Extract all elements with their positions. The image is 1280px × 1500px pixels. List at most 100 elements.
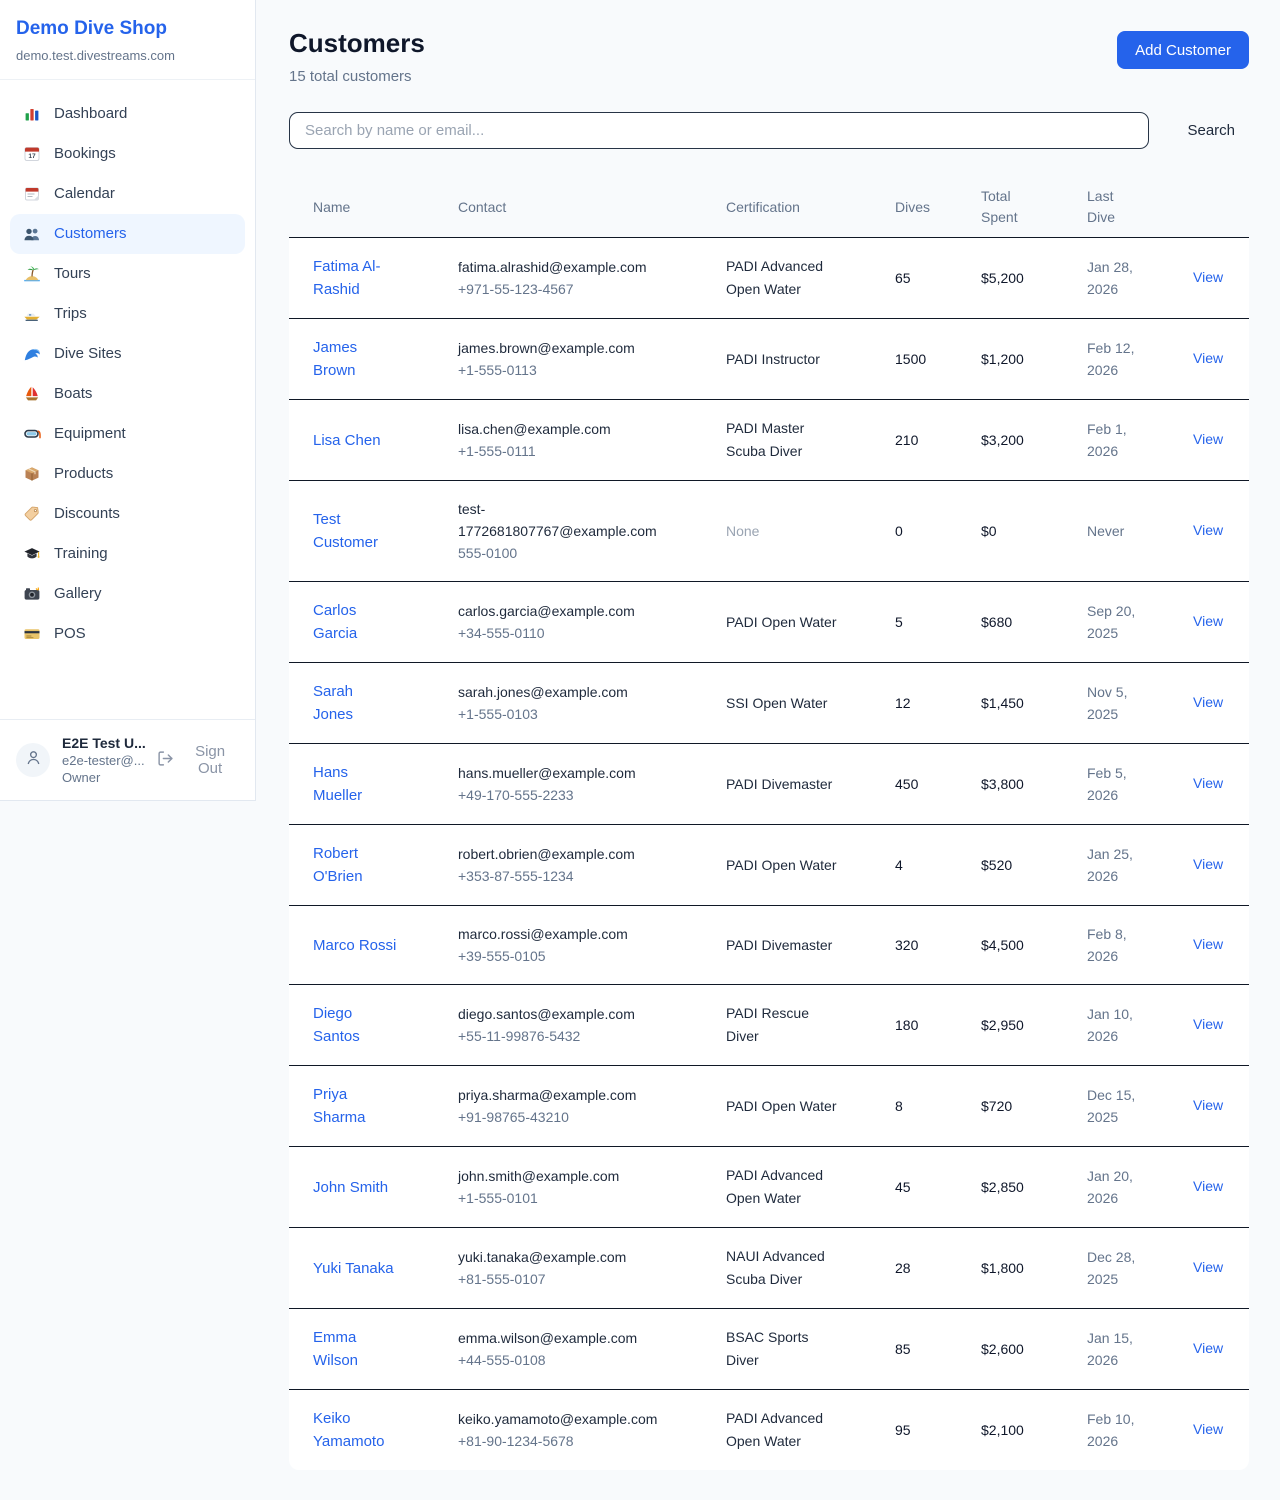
certification-cell: NAUI Advanced Scuba Diver bbox=[726, 1245, 895, 1291]
calendar-icon: 17 bbox=[23, 145, 41, 163]
sidebar-item-dashboard[interactable]: Dashboard bbox=[10, 94, 245, 134]
customer-name-link[interactable]: Lisa Chen bbox=[313, 429, 458, 452]
view-link[interactable]: View bbox=[1193, 269, 1223, 285]
customer-name-link[interactable]: Keiko Yamamoto bbox=[313, 1407, 458, 1453]
customer-name-link[interactable]: Diego Santos bbox=[313, 1002, 458, 1048]
customer-name-link[interactable]: Robert O'Brien bbox=[313, 842, 458, 888]
dives-cell: 12 bbox=[895, 695, 981, 711]
contact-cell: diego.santos@example.com +55-11-99876-54… bbox=[458, 1003, 726, 1047]
sidebar-item-pos[interactable]: POS bbox=[10, 614, 245, 654]
tag-icon bbox=[23, 505, 41, 523]
sidebar-item-discounts[interactable]: Discounts bbox=[10, 494, 245, 534]
total-spent-cell: $2,850 bbox=[981, 1179, 1087, 1195]
certification-cell: PADI Advanced Open Water bbox=[726, 255, 895, 301]
customer-phone: +1-555-0111 bbox=[458, 440, 668, 462]
total-spent-cell: $1,450 bbox=[981, 695, 1087, 711]
view-link[interactable]: View bbox=[1193, 936, 1223, 952]
contact-cell: fatima.alrashid@example.com +971-55-123-… bbox=[458, 256, 726, 300]
certification-cell: PADI Divemaster bbox=[726, 934, 895, 957]
customer-phone: +353-87-555-1234 bbox=[458, 865, 668, 887]
certification-cell: None bbox=[726, 520, 895, 543]
column-header-dives: Dives bbox=[895, 197, 981, 217]
sidebar-item-gallery[interactable]: Gallery bbox=[10, 574, 245, 614]
sidebar-item-customers[interactable]: Customers bbox=[10, 214, 245, 254]
customer-name-link[interactable]: Hans Mueller bbox=[313, 761, 458, 807]
diving-mask-icon bbox=[23, 425, 41, 443]
column-header-last-dive: Last Dive bbox=[1087, 186, 1135, 227]
customers-table: Name Contact Certification Dives Total S… bbox=[289, 176, 1249, 1470]
view-link[interactable]: View bbox=[1193, 1097, 1223, 1113]
certification-cell: PADI Rescue Diver bbox=[726, 1002, 895, 1048]
search-button[interactable]: Search bbox=[1173, 114, 1249, 147]
contact-cell: sarah.jones@example.com +1-555-0103 bbox=[458, 681, 726, 725]
view-link[interactable]: View bbox=[1193, 431, 1223, 447]
customer-name-link[interactable]: Sarah Jones bbox=[313, 680, 458, 726]
customer-name-link[interactable]: Priya Sharma bbox=[313, 1083, 458, 1129]
sidebar: Demo Dive Shop demo.test.divestreams.com… bbox=[0, 0, 256, 801]
sidebar-item-dive-sites[interactable]: Dive Sites bbox=[10, 334, 245, 374]
avatar bbox=[16, 743, 50, 777]
customer-email: marco.rossi@example.com bbox=[458, 923, 668, 945]
contact-cell: emma.wilson@example.com +44-555-0108 bbox=[458, 1327, 726, 1371]
view-link[interactable]: View bbox=[1193, 1340, 1223, 1356]
customer-name-link[interactable]: John Smith bbox=[313, 1176, 458, 1199]
view-link[interactable]: View bbox=[1193, 1421, 1223, 1437]
view-link[interactable]: View bbox=[1193, 775, 1223, 791]
table-header-row: Name Contact Certification Dives Total S… bbox=[289, 176, 1249, 238]
sidebar-item-training[interactable]: Training bbox=[10, 534, 245, 574]
customer-email: lisa.chen@example.com bbox=[458, 418, 668, 440]
column-header-contact: Contact bbox=[458, 197, 726, 217]
sidebar-item-label: Tours bbox=[54, 265, 91, 282]
customer-name-link[interactable]: Fatima Al-Rashid bbox=[313, 255, 458, 301]
sidebar-item-bookings[interactable]: 17 Bookings bbox=[10, 134, 245, 174]
view-link[interactable]: View bbox=[1193, 1016, 1223, 1032]
dives-cell: 28 bbox=[895, 1260, 981, 1276]
sidebar-item-products[interactable]: Products bbox=[10, 454, 245, 494]
last-dive-cell: Sep 20, 2025 bbox=[1087, 600, 1193, 644]
user-role: Owner bbox=[62, 770, 145, 785]
shop-name: Demo Dive Shop bbox=[16, 18, 239, 41]
search-input[interactable] bbox=[289, 112, 1149, 149]
certification-cell: PADI Advanced Open Water bbox=[726, 1407, 895, 1453]
customer-name-link[interactable]: Test Customer bbox=[313, 508, 458, 554]
sidebar-nav: Dashboard 17 Bookings Calendar Customers… bbox=[0, 80, 255, 719]
last-dive-cell: Feb 5, 2026 bbox=[1087, 762, 1193, 806]
sidebar-item-calendar[interactable]: Calendar bbox=[10, 174, 245, 214]
certification-cell: PADI Instructor bbox=[726, 348, 895, 371]
view-link[interactable]: View bbox=[1193, 856, 1223, 872]
contact-cell: priya.sharma@example.com +91-98765-43210 bbox=[458, 1084, 726, 1128]
sidebar-item-tours[interactable]: Tours bbox=[10, 254, 245, 294]
add-customer-button[interactable]: Add Customer bbox=[1117, 31, 1249, 69]
sidebar-item-trips[interactable]: Trips bbox=[10, 294, 245, 334]
view-link[interactable]: View bbox=[1193, 1178, 1223, 1194]
contact-cell: robert.obrien@example.com +353-87-555-12… bbox=[458, 843, 726, 887]
customer-name-link[interactable]: Carlos Garcia bbox=[313, 599, 458, 645]
sailboat-icon bbox=[23, 385, 41, 403]
view-link[interactable]: View bbox=[1193, 1259, 1223, 1275]
customer-name-link[interactable]: Marco Rossi bbox=[313, 934, 458, 957]
customer-phone: +39-555-0105 bbox=[458, 945, 668, 967]
sign-out-button[interactable]: Sign Out bbox=[157, 743, 239, 777]
sidebar-item-equipment[interactable]: Equipment bbox=[10, 414, 245, 454]
customer-name-link[interactable]: Yuki Tanaka bbox=[313, 1257, 458, 1280]
view-link[interactable]: View bbox=[1193, 350, 1223, 366]
certification-cell: PADI Master Scuba Diver bbox=[726, 417, 895, 463]
customer-name-link[interactable]: Emma Wilson bbox=[313, 1326, 458, 1372]
view-link[interactable]: View bbox=[1193, 694, 1223, 710]
last-dive-cell: Jan 15, 2026 bbox=[1087, 1327, 1193, 1371]
view-link[interactable]: View bbox=[1193, 613, 1223, 629]
sidebar-item-label: Equipment bbox=[54, 425, 126, 442]
last-dive-cell: Dec 15, 2025 bbox=[1087, 1084, 1193, 1128]
contact-cell: marco.rossi@example.com +39-555-0105 bbox=[458, 923, 726, 967]
shop-domain: demo.test.divestreams.com bbox=[16, 48, 239, 63]
user-email: e2e-tester@... bbox=[62, 753, 145, 768]
total-spent-cell: $0 bbox=[981, 523, 1087, 539]
contact-cell: test-1772681807767@example.com 555-0100 bbox=[458, 498, 726, 564]
customer-name-link[interactable]: James Brown bbox=[313, 336, 458, 382]
sidebar-header: Demo Dive Shop demo.test.divestreams.com bbox=[0, 0, 255, 80]
search-bar: Search bbox=[289, 112, 1249, 149]
graduation-cap-icon bbox=[23, 545, 41, 563]
sidebar-item-boats[interactable]: Boats bbox=[10, 374, 245, 414]
view-link[interactable]: View bbox=[1193, 522, 1223, 538]
last-dive-cell: Jan 25, 2026 bbox=[1087, 843, 1193, 887]
